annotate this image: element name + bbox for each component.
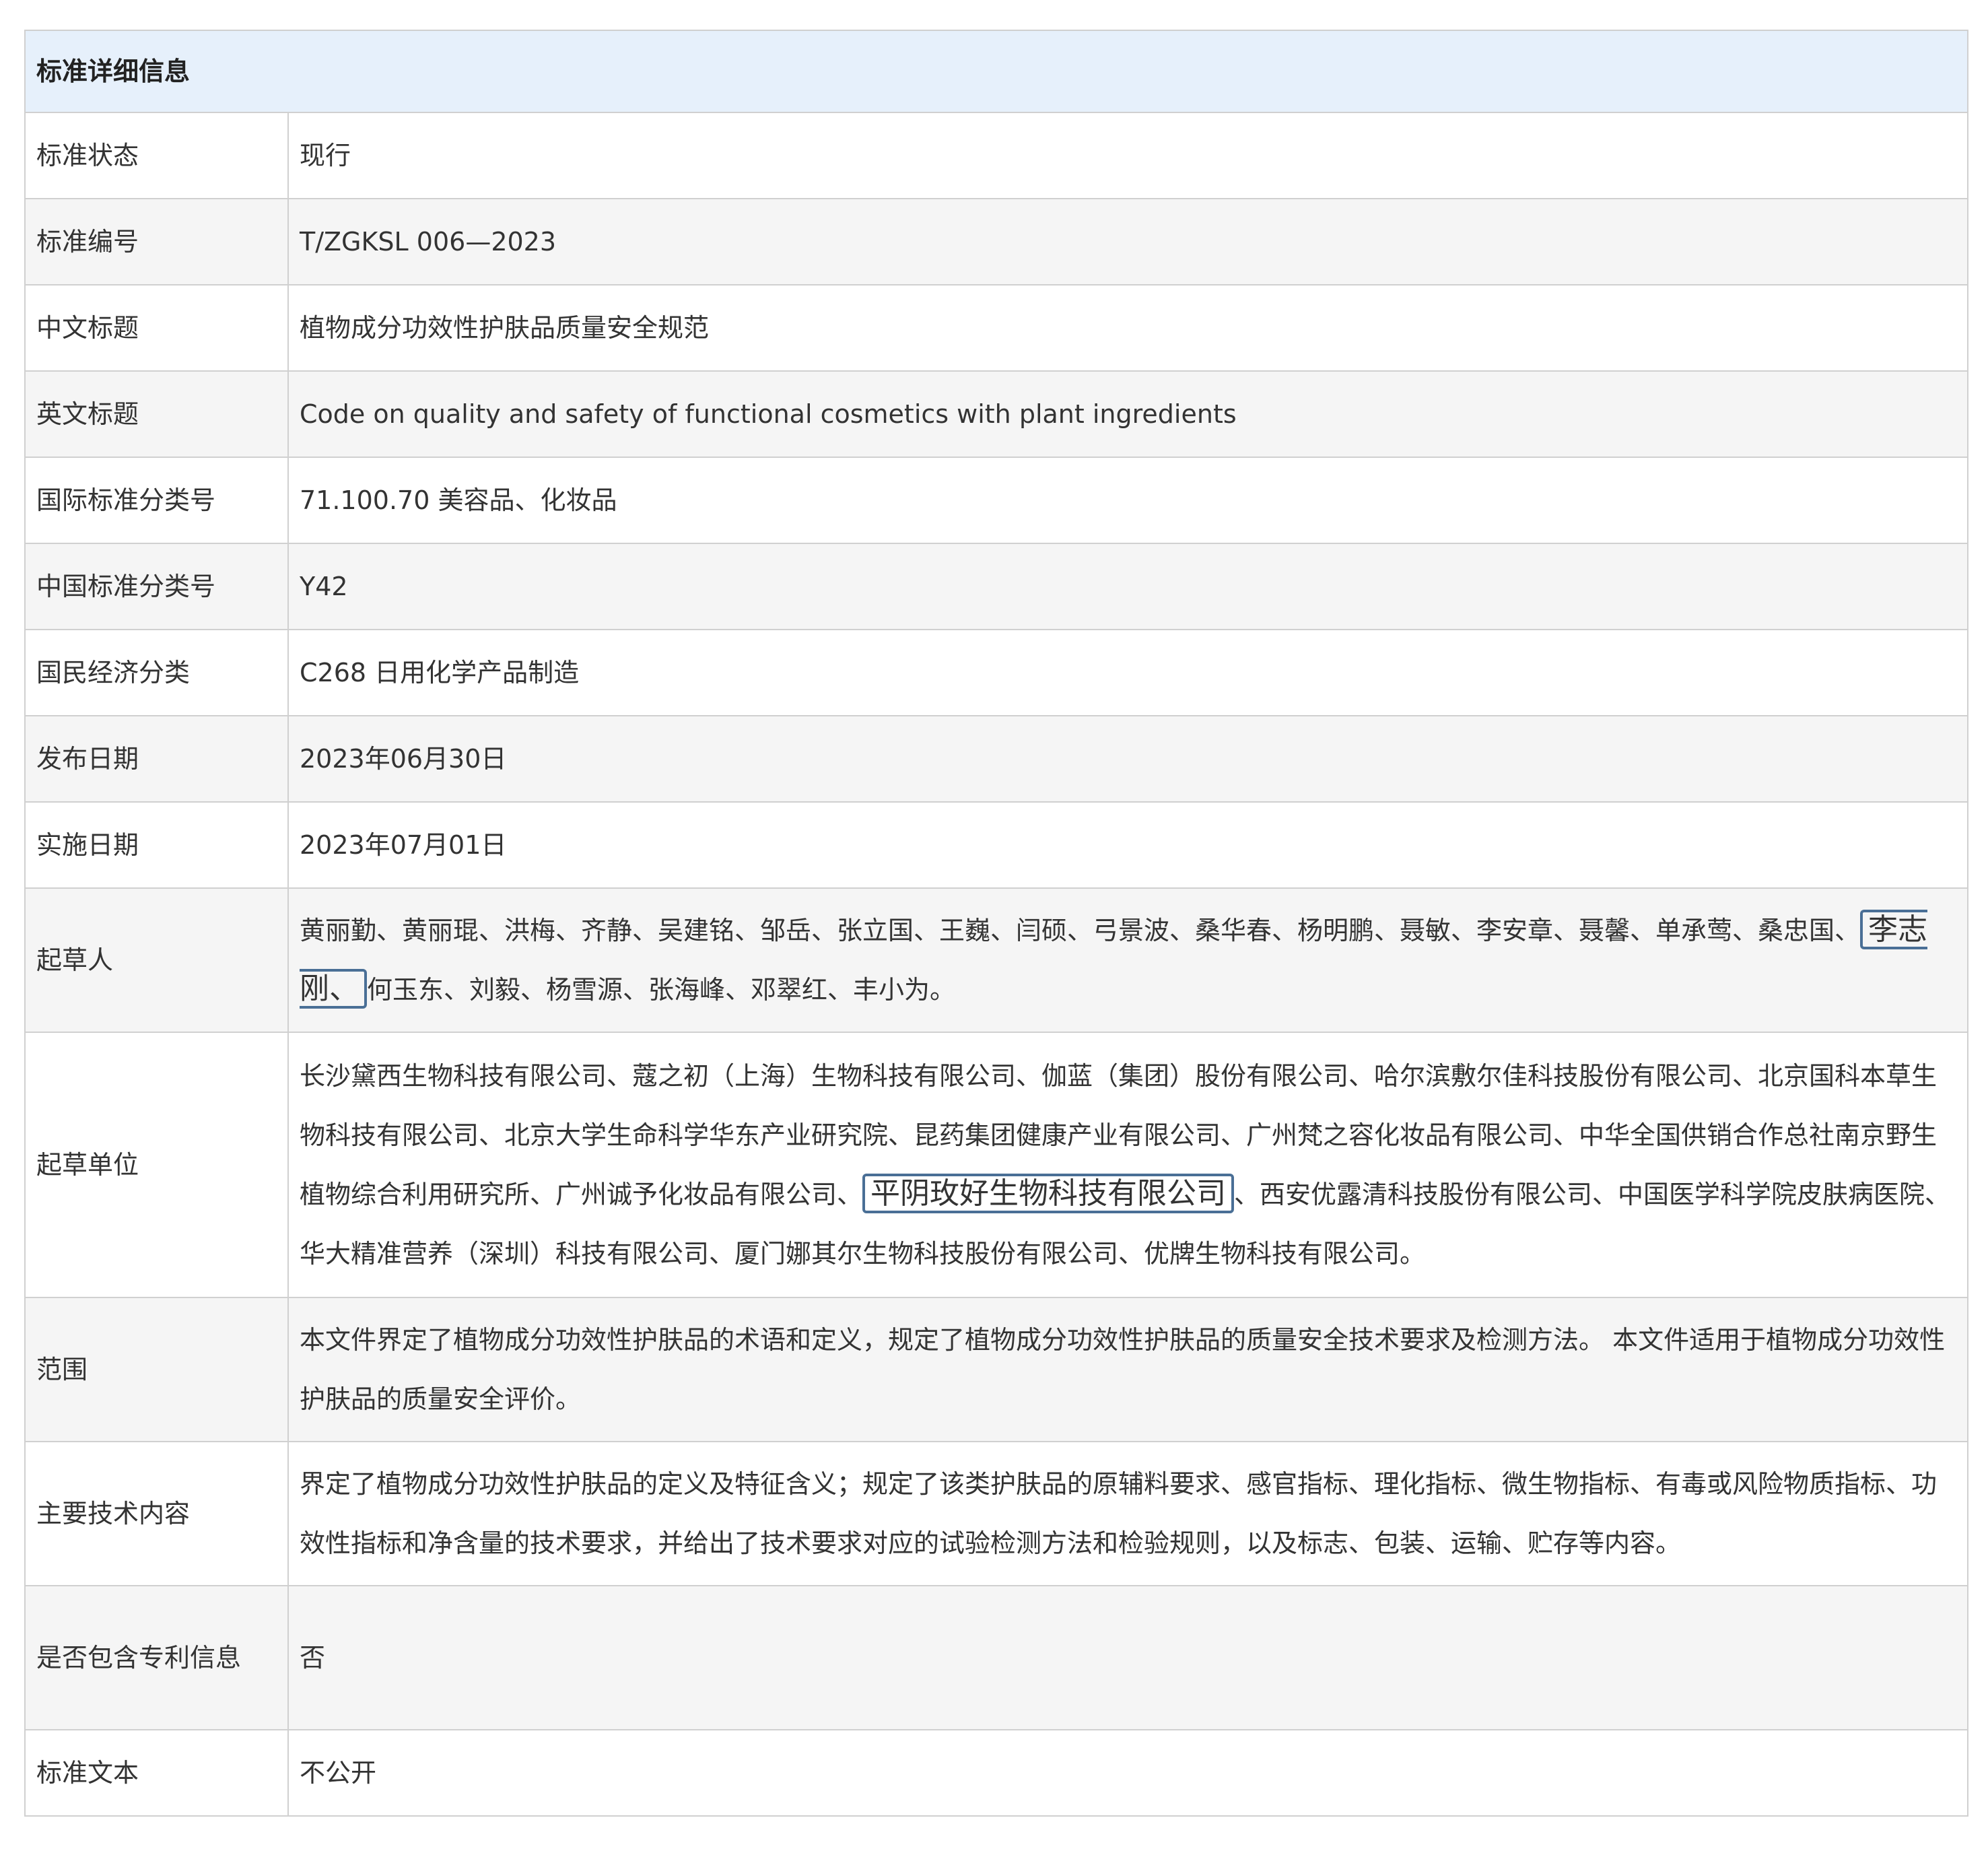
row-value-patent: 否 xyxy=(287,1585,1969,1730)
row-label-main-tech: 主要技术内容 xyxy=(24,1441,289,1586)
table-row: 发布日期 2023年06月30日 xyxy=(24,715,1969,803)
row-label-number: 标准编号 xyxy=(24,198,289,285)
row-value-ics: 71.100.70 美容品、化妆品 xyxy=(287,457,1969,544)
table-row: 中国标准分类号 Y42 xyxy=(24,543,1969,630)
row-label-cn-title: 中文标题 xyxy=(24,284,289,372)
row-label-units: 起草单位 xyxy=(24,1032,289,1298)
row-value-drafters: 黄丽勤、黄丽琨、洪梅、齐静、吴建铭、邹岳、张立国、王巍、闫硕、弓景波、桑华春、杨… xyxy=(287,887,1969,1033)
table-row: 中文标题 植物成分功效性护肤品质量安全规范 xyxy=(24,284,1969,372)
row-label-text: 标准文本 xyxy=(24,1729,289,1817)
row-label-implement-date: 实施日期 xyxy=(24,801,289,889)
row-label-publish-date: 发布日期 xyxy=(24,715,289,803)
row-value-units: 长沙黛西生物科技有限公司、蔻之初（上海）生物科技有限公司、伽蓝（集团）股份有限公… xyxy=(287,1032,1969,1298)
row-label-economy-class: 国民经济分类 xyxy=(24,629,289,716)
row-label-ccs: 中国标准分类号 xyxy=(24,543,289,630)
table-header-row: 标准详细信息 xyxy=(24,30,1969,113)
row-label-status: 标准状态 xyxy=(24,112,289,199)
highlighted-unit: 平阴玫好生物科技有限公司 xyxy=(862,1174,1235,1213)
row-label-patent: 是否包含专利信息 xyxy=(24,1585,289,1730)
table-row: 范围 本文件界定了植物成分功效性护肤品的术语和定义，规定了植物成分功效性护肤品的… xyxy=(24,1297,1969,1442)
row-value-cn-title: 植物成分功效性护肤品质量安全规范 xyxy=(287,284,1969,372)
row-value-text: 不公开 xyxy=(287,1729,1969,1817)
table-row: 是否包含专利信息 否 xyxy=(24,1585,1969,1730)
row-value-economy-class: C268 日用化学产品制造 xyxy=(287,629,1969,716)
row-value-status: 现行 xyxy=(287,112,1969,199)
table-header: 标准详细信息 xyxy=(24,30,1969,113)
row-value-scope: 本文件界定了植物成分功效性护肤品的术语和定义，规定了植物成分功效性护肤品的质量安… xyxy=(287,1297,1969,1442)
standard-detail-table: 标准详细信息 标准状态 现行 标准编号 T/ZGKSL 006—2023 中文标… xyxy=(24,30,1969,1817)
row-label-en-title: 英文标题 xyxy=(24,370,289,458)
table-row: 主要技术内容 界定了植物成分功效性护肤品的定义及特征含义；规定了该类护肤品的原辅… xyxy=(24,1441,1969,1586)
table-row: 国民经济分类 C268 日用化学产品制造 xyxy=(24,629,1969,716)
row-value-publish-date: 2023年06月30日 xyxy=(287,715,1969,803)
table-row: 起草人 黄丽勤、黄丽琨、洪梅、齐静、吴建铭、邹岳、张立国、王巍、闫硕、弓景波、桑… xyxy=(24,887,1969,1033)
row-label-scope: 范围 xyxy=(24,1297,289,1442)
row-value-en-title: Code on quality and safety of functional… xyxy=(287,370,1969,458)
row-label-drafters: 起草人 xyxy=(24,887,289,1033)
drafters-text-after: 何玉东、刘毅、杨雪源、张海峰、邓翠红、丰小为。 xyxy=(367,975,956,1005)
table-row: 标准文本 不公开 xyxy=(24,1729,1969,1817)
drafters-text-before: 黄丽勤、黄丽琨、洪梅、齐静、吴建铭、邹岳、张立国、王巍、闫硕、弓景波、桑华春、杨… xyxy=(300,916,1861,945)
table-row: 英文标题 Code on quality and safety of funct… xyxy=(24,370,1969,458)
standard-detail-panel: 标准详细信息 标准状态 现行 标准编号 T/ZGKSL 006—2023 中文标… xyxy=(24,30,1969,1817)
row-value-ccs: Y42 xyxy=(287,543,1969,630)
row-label-ics: 国际标准分类号 xyxy=(24,457,289,544)
row-value-implement-date: 2023年07月01日 xyxy=(287,801,1969,889)
table-row: 标准状态 现行 xyxy=(24,112,1969,199)
row-value-number: T/ZGKSL 006—2023 xyxy=(287,198,1969,285)
table-row: 实施日期 2023年07月01日 xyxy=(24,801,1969,889)
table-row: 国际标准分类号 71.100.70 美容品、化妆品 xyxy=(24,457,1969,544)
table-row: 标准编号 T/ZGKSL 006—2023 xyxy=(24,198,1969,285)
table-row: 起草单位 长沙黛西生物科技有限公司、蔻之初（上海）生物科技有限公司、伽蓝（集团）… xyxy=(24,1032,1969,1298)
row-value-main-tech: 界定了植物成分功效性护肤品的定义及特征含义；规定了该类护肤品的原辅料要求、感官指… xyxy=(287,1441,1969,1586)
